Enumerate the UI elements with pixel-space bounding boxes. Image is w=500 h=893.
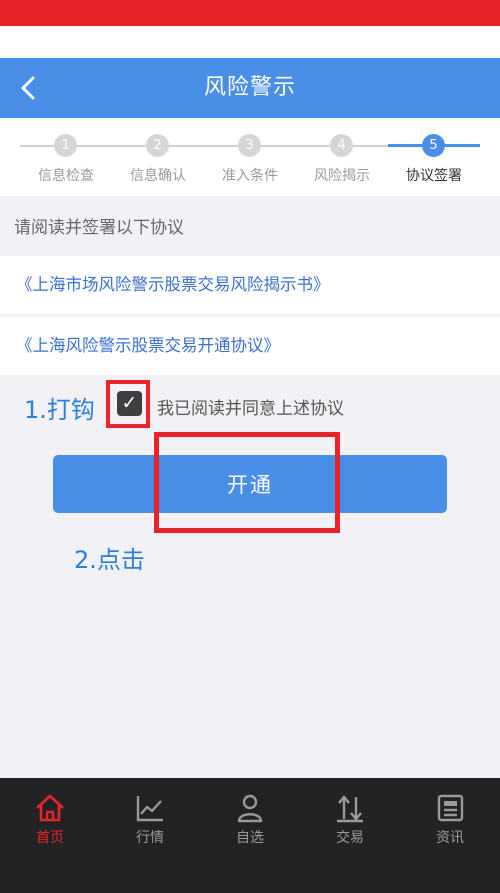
- protocol-link-label: 《上海市场风险警示股票交易风险揭示书》: [16, 275, 330, 294]
- nav-bar: 风险警示: [0, 58, 500, 118]
- step-label: 信息检查: [38, 168, 94, 184]
- step-label: 准入条件: [222, 168, 278, 184]
- tab-label: 行情: [136, 830, 164, 846]
- step-label: 协议签署: [406, 168, 462, 184]
- chart-icon: [136, 796, 163, 822]
- page-title: 风险警示: [203, 75, 296, 100]
- tab-label: 首页: [36, 830, 64, 846]
- transfer-icon: [337, 795, 363, 823]
- agree-label: 我已阅读并同意上述协议: [157, 399, 344, 419]
- step-number: 2: [146, 134, 169, 157]
- tab-label: 自选: [236, 830, 264, 846]
- home-icon: [36, 794, 64, 822]
- annotation-highlight-checkbox: [106, 380, 150, 428]
- bottom-tab-bar: 首页 行情 自选 交易 资讯: [0, 778, 500, 893]
- person-icon: [237, 794, 263, 823]
- step-number: 5: [422, 134, 445, 157]
- annotation-step1: 1.打钩: [24, 396, 95, 424]
- step-number: 1: [54, 134, 77, 157]
- open-button[interactable]: 开通: [53, 455, 447, 513]
- tab-watchlist[interactable]: 自选: [200, 778, 300, 858]
- status-area: [0, 26, 500, 58]
- protocol-link-label: 《上海风险警示股票交易开通协议》: [16, 336, 280, 355]
- protocol-link-opening-agreement[interactable]: 《上海风险警示股票交易开通协议》: [0, 317, 500, 375]
- tab-home[interactable]: 首页: [0, 778, 100, 858]
- step-label: 信息确认: [130, 168, 186, 184]
- step-label: 风险揭示: [314, 168, 370, 184]
- tab-news[interactable]: 资讯: [400, 778, 500, 858]
- annotation-step2: 2.点击: [74, 546, 145, 574]
- news-icon: [437, 794, 464, 822]
- tab-label: 交易: [336, 830, 364, 846]
- intro-text: 请阅读并签署以下协议: [14, 218, 184, 238]
- step-number: 3: [238, 134, 261, 157]
- top-status-strip: [0, 0, 500, 26]
- protocol-link-risk-disclosure[interactable]: 《上海市场风险警示股票交易风险揭示书》: [0, 256, 500, 314]
- step-number: 4: [330, 134, 353, 157]
- tab-trade[interactable]: 交易: [300, 778, 400, 858]
- tab-market[interactable]: 行情: [100, 778, 200, 858]
- step-progress: 1 信息检查 2 信息确认 3 准入条件 4 风险揭示 5 协议签署: [0, 118, 500, 196]
- tab-label: 资讯: [436, 830, 464, 846]
